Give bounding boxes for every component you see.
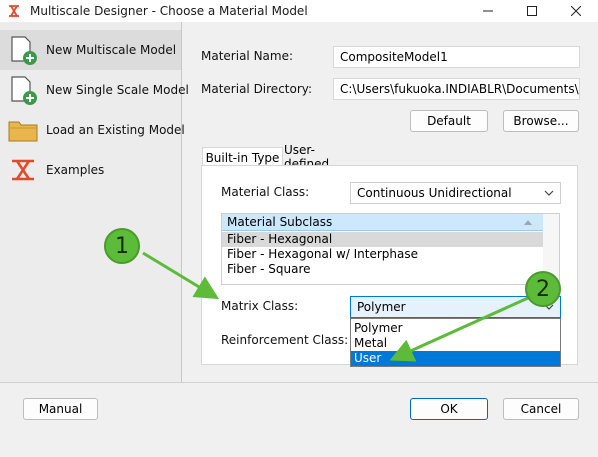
callout-arrow-1 xyxy=(142,251,220,300)
callout-badge-1: 1 xyxy=(104,228,140,264)
callout-badge-2: 2 xyxy=(525,271,561,307)
callout-arrow-2 xyxy=(389,296,529,362)
annotation-arrows xyxy=(142,251,529,362)
